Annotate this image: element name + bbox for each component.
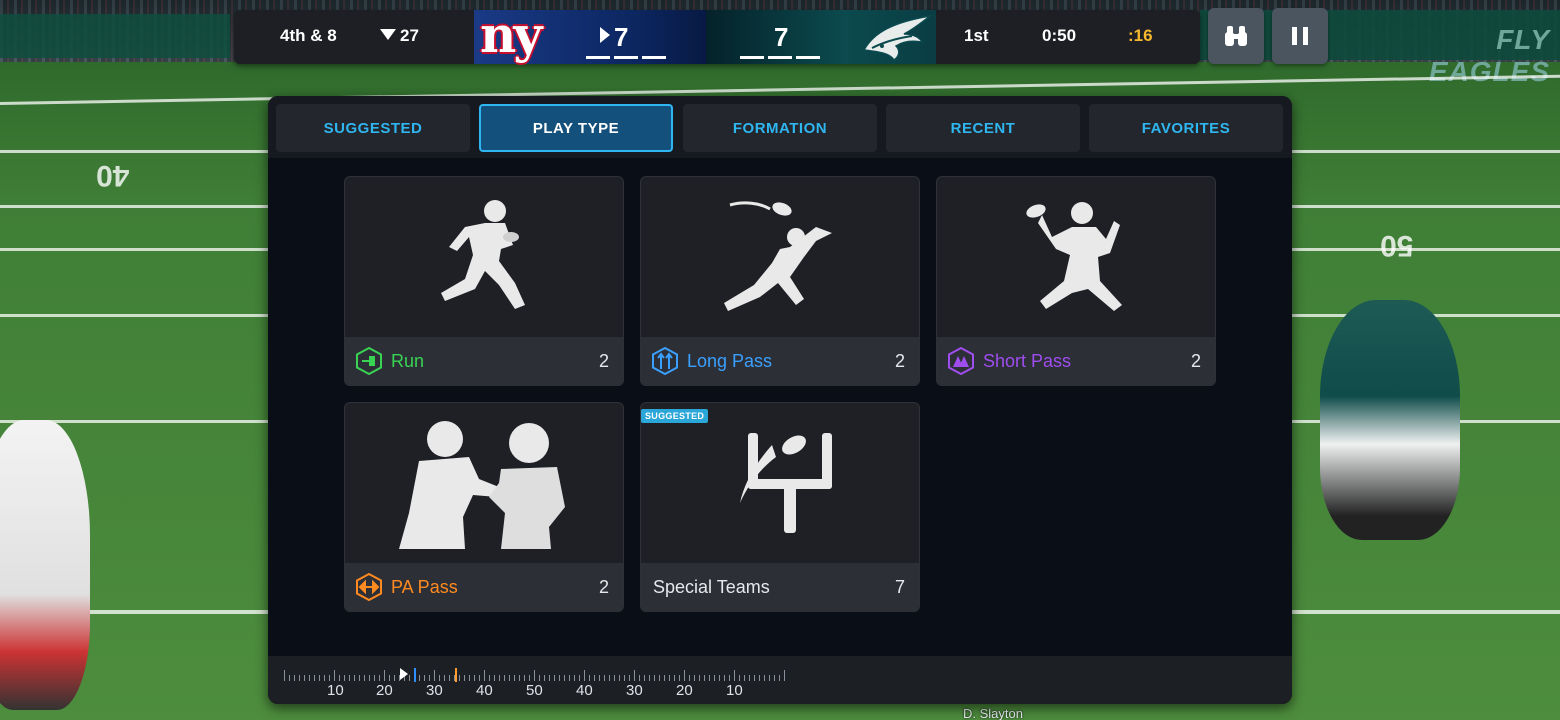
play-type-label: Run <box>391 351 425 371</box>
game-screen: FLY EAGLES 40 50 D. Slayton 4th & 8 27 n… <box>0 0 1560 720</box>
field-position-meter: 10 20 30 40 50 40 30 20 10 <box>268 656 1292 704</box>
meter-yard-label: 10 <box>726 682 743 699</box>
play-type-card-short-pass[interactable]: Short Pass 2 <box>936 176 1216 386</box>
stadium-wall-left <box>0 14 230 58</box>
giants-logo: ny <box>480 5 542 64</box>
away-score: 7 <box>774 22 789 52</box>
play-count: 2 <box>1190 351 1201 371</box>
tab-formation[interactable]: FORMATION <box>683 104 877 152</box>
coach-cam-button[interactable] <box>1208 8 1264 64</box>
play-type-card-run[interactable]: Run 2 <box>344 176 624 386</box>
timeout-indicator <box>642 56 666 59</box>
player-name-tag: D. Slayton <box>963 706 1023 720</box>
line-of-scrimmage-marker <box>414 668 416 682</box>
eagles-logo <box>862 14 932 62</box>
yard-ticks <box>284 668 785 682</box>
play-count: 7 <box>894 577 905 597</box>
player-giants <box>0 420 90 710</box>
short-pass-category-icon <box>948 347 974 375</box>
meter-yard-label: 40 <box>476 682 493 699</box>
long-pass-category-icon <box>652 347 678 375</box>
timeout-indicator <box>586 56 610 59</box>
meter-yard-label: 20 <box>676 682 693 699</box>
running-player-silhouette <box>345 177 623 337</box>
binoculars-icon <box>1225 26 1247 46</box>
possession-icon <box>600 27 610 43</box>
timeout-indicator <box>796 56 820 59</box>
play-count: 2 <box>598 577 609 597</box>
play-type-card-pa-pass[interactable]: PA Pass 2 <box>344 402 624 612</box>
play-call-panel: SUGGESTED PLAY TYPE FORMATION RECENT FAV… <box>268 96 1292 704</box>
diving-catch-silhouette <box>641 177 919 337</box>
play-type-label: Special Teams <box>653 577 770 597</box>
play-type-card-long-pass[interactable]: Long Pass 2 <box>640 176 920 386</box>
tab-suggested[interactable]: SUGGESTED <box>276 104 470 152</box>
meter-yard-label: 40 <box>576 682 593 699</box>
goalpost-football-icon <box>641 403 919 563</box>
timeout-indicator <box>614 56 638 59</box>
quarterback-throw-silhouette <box>937 177 1215 337</box>
play-count: 2 <box>894 351 905 371</box>
game-clock: 0:50 <box>1042 26 1077 45</box>
first-down-marker <box>455 668 457 682</box>
run-category-icon <box>356 347 382 375</box>
away-team-panel: 7 <box>706 10 936 64</box>
meter-yard-label: 20 <box>376 682 393 699</box>
field-yard-number: 50 <box>1380 229 1414 262</box>
meter-yard-label: 30 <box>626 682 643 699</box>
timeout-indicator <box>768 56 792 59</box>
scoreboard: 4th & 8 27 ny 7 7 1st 0:50 :16 <box>234 5 1200 64</box>
play-call-tabs: SUGGESTED PLAY TYPE FORMATION RECENT FAV… <box>268 96 1292 158</box>
down-and-distance: 4th & 8 <box>280 26 337 45</box>
pause-button[interactable] <box>1272 8 1328 64</box>
meter-yard-label: 50 <box>526 682 543 699</box>
meter-yard-label: 10 <box>327 682 344 699</box>
tab-favorites[interactable]: FAVORITES <box>1089 104 1283 152</box>
play-count: 2 <box>598 351 609 371</box>
home-score: 7 <box>600 22 628 53</box>
field-yard-number: 40 <box>96 159 130 192</box>
play-clock: :16 <box>1128 26 1153 45</box>
play-type-label: Short Pass <box>983 351 1072 371</box>
tab-play-type[interactable]: PLAY TYPE <box>479 104 673 152</box>
home-team-panel: ny 7 <box>474 5 706 64</box>
yardline-arrow-icon <box>380 29 396 40</box>
suggested-badge: SUGGESTED <box>641 409 709 423</box>
pause-icon <box>1292 27 1308 45</box>
play-type-label: PA Pass <box>391 577 458 597</box>
tab-recent[interactable]: RECENT <box>886 104 1080 152</box>
ball-on-yardline: 27 <box>380 26 419 46</box>
play-action-handoff-silhouette <box>345 403 623 563</box>
play-type-label: Long Pass <box>687 351 773 371</box>
timeout-indicator <box>740 56 764 59</box>
game-quarter: 1st <box>964 26 989 45</box>
meter-yard-label: 30 <box>426 682 443 699</box>
play-type-card-special-teams[interactable]: SUGGESTED Special Teams 7 <box>640 402 920 612</box>
player-eagles <box>1320 300 1460 540</box>
pa-pass-category-icon <box>356 573 382 601</box>
